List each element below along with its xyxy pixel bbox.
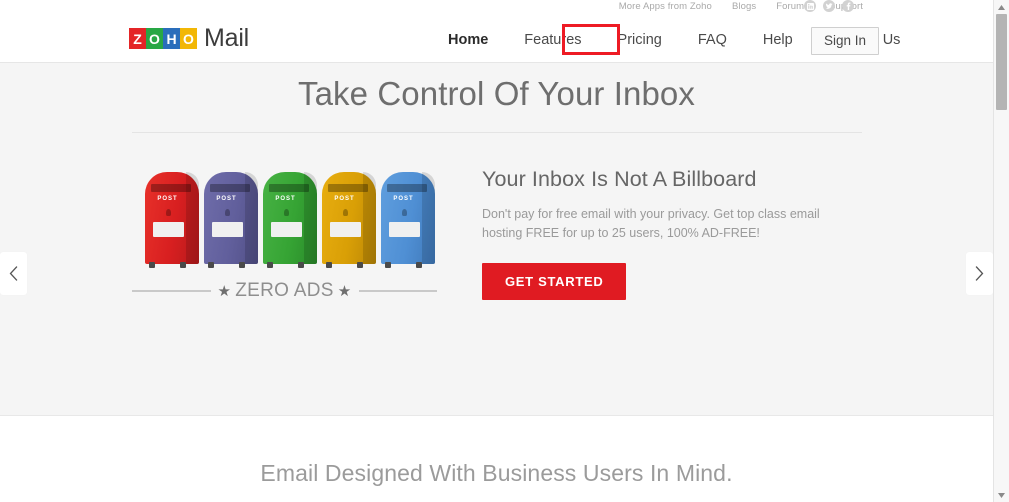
mailbox-red: POST xyxy=(145,163,199,268)
utility-top-bar: More Apps from Zoho Blogs Forums Support xyxy=(0,0,993,17)
triangle-down-icon xyxy=(998,492,1005,498)
mailbox-foot-right xyxy=(298,262,304,268)
hero-slide-paragraph: Don't pay for free email with your priva… xyxy=(482,207,820,240)
utility-link-blogs[interactable]: Blogs xyxy=(732,1,756,12)
mailbox-foot-right xyxy=(239,262,245,268)
mailbox-slot xyxy=(151,184,191,192)
scrollbar-thumb[interactable] xyxy=(996,14,1007,110)
mailbox-foot-left xyxy=(326,262,332,268)
mailbox-yellow: POST xyxy=(322,163,376,268)
logo-tile-z: Z xyxy=(129,28,146,49)
sign-in-button[interactable]: Sign In xyxy=(811,27,880,55)
hero-slide-heading: Your Inbox Is Not A Billboard xyxy=(482,167,757,191)
utility-link-more-apps[interactable]: More Apps from Zoho xyxy=(619,1,712,12)
zero-ads-label: ZERO ADS xyxy=(235,280,334,301)
mailbox-group: POST POST POST POST POST xyxy=(145,160,435,280)
mailbox-name-plate xyxy=(153,222,184,237)
mailbox-slot xyxy=(387,184,427,192)
mailbox-post-label: POST xyxy=(393,196,414,202)
chevron-left-icon xyxy=(9,266,18,281)
mailbox-post-label: POST xyxy=(157,196,178,202)
logo-tile-o2: O xyxy=(180,28,197,49)
mailbox-post-label: POST xyxy=(334,196,355,202)
mailbox-foot-left xyxy=(267,262,273,268)
hero-carousel-slide: POST POST POST POST POST ★ ZERO ADS ★ Yo… xyxy=(0,158,993,413)
mailbox-foot-right xyxy=(180,262,186,268)
mailbox-keyhole xyxy=(166,209,171,216)
nav-item-help[interactable]: Help xyxy=(745,32,811,48)
mailbox-name-plate xyxy=(271,222,302,237)
mailbox-purple: POST xyxy=(204,163,258,268)
mailbox-foot-left xyxy=(149,262,155,268)
mailbox-keyhole xyxy=(284,209,289,216)
nav-item-faq[interactable]: FAQ xyxy=(680,32,745,48)
carousel-next-button[interactable] xyxy=(966,252,993,295)
nav-item-pricing[interactable]: Pricing xyxy=(600,32,680,48)
get-started-button[interactable]: GET STARTED xyxy=(482,263,627,300)
mailbox-foot-right xyxy=(357,262,363,268)
caption-rule-right xyxy=(358,290,438,292)
zero-ads-caption: ★ ZERO ADS ★ xyxy=(132,280,438,302)
mailbox-name-plate xyxy=(212,222,243,237)
mailbox-green: POST xyxy=(263,163,317,268)
carousel-prev-button[interactable] xyxy=(0,252,27,295)
logo-product-name: Mail xyxy=(204,24,250,52)
logo-tile-o1: O xyxy=(146,28,163,49)
mailbox-foot-right xyxy=(416,262,422,268)
star-icon-left: ★ xyxy=(217,283,232,300)
mailbox-foot-left xyxy=(208,262,214,268)
vertical-scrollbar[interactable] xyxy=(993,0,1009,502)
zoho-logo-tiles: Z O H O xyxy=(129,28,197,49)
scrollbar-down-arrow[interactable] xyxy=(994,488,1009,502)
nav-item-home[interactable]: Home xyxy=(430,32,506,48)
mailbox-slot xyxy=(269,184,309,192)
mailbox-keyhole xyxy=(343,209,348,216)
mailbox-slot xyxy=(210,184,250,192)
lower-section-heading: Email Designed With Business Users In Mi… xyxy=(260,460,733,486)
mailbox-foot-left xyxy=(385,262,391,268)
logo-tile-h: H xyxy=(163,28,180,49)
lower-section: Email Designed With Business Users In Mi… xyxy=(0,416,993,502)
mailbox-post-label: POST xyxy=(275,196,296,202)
zoho-mail-logo[interactable]: Z O H O Mail xyxy=(129,24,249,53)
hero-section: Take Control Of Your Inbox POST POST POS… xyxy=(0,63,993,416)
facebook-icon[interactable] xyxy=(842,0,854,12)
chevron-right-icon xyxy=(975,266,984,281)
nav-item-features[interactable]: Features xyxy=(506,32,599,48)
social-links xyxy=(804,0,854,12)
mailbox-keyhole xyxy=(225,209,230,216)
hero-copy: Your Inbox Is Not A Billboard Don't pay … xyxy=(482,167,862,300)
mailbox-post-label: POST xyxy=(216,196,237,202)
mailbox-name-plate xyxy=(330,222,361,237)
mailbox-blue: POST xyxy=(381,163,435,268)
mailboxes-illustration: POST POST POST POST POST ★ ZERO ADS ★ xyxy=(132,158,438,408)
page-content: More Apps from Zoho Blogs Forums Support xyxy=(0,0,993,502)
mailbox-name-plate xyxy=(389,222,420,237)
hero-title: Take Control Of Your Inbox xyxy=(297,75,695,112)
triangle-up-icon xyxy=(998,4,1005,10)
star-icon-right: ★ xyxy=(337,283,352,300)
site-header: Z O H O Mail Home Features Pricing FAQ H… xyxy=(0,17,993,63)
scrollbar-up-arrow[interactable] xyxy=(994,0,1009,14)
mailbox-slot xyxy=(328,184,368,192)
caption-rule-left xyxy=(132,290,211,292)
twitter-icon[interactable] xyxy=(823,0,835,12)
caption-text-group: ★ ZERO ADS ★ xyxy=(218,280,352,302)
mailbox-keyhole xyxy=(402,209,407,216)
hero-divider xyxy=(132,132,862,133)
linkedin-icon[interactable] xyxy=(804,0,816,12)
browser-viewport: More Apps from Zoho Blogs Forums Support xyxy=(0,0,1009,502)
